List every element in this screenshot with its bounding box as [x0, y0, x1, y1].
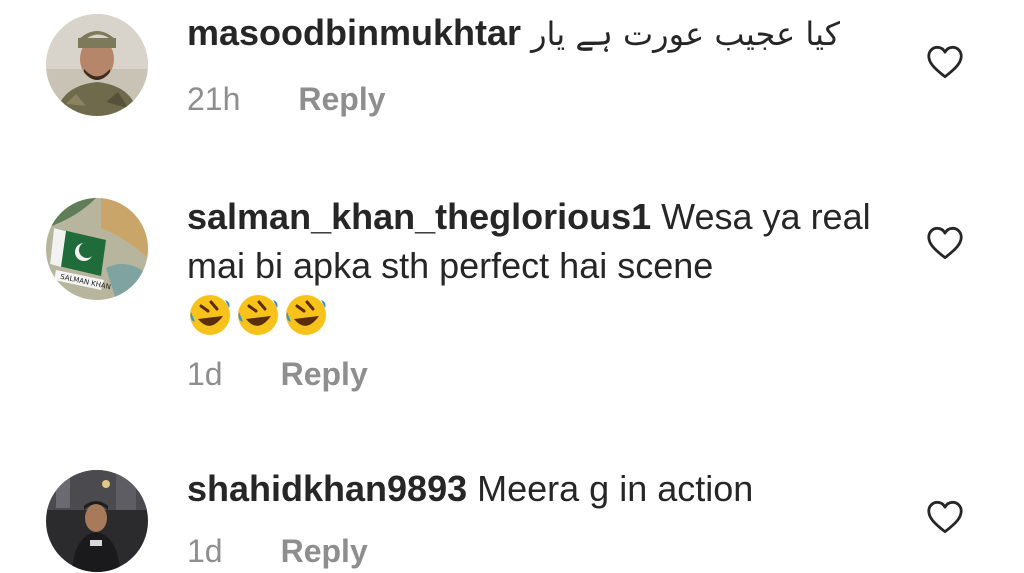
pakistan-flag-hand-icon: SALMAN KHAN — [46, 198, 148, 300]
comment-meta: 1d Reply — [187, 356, 887, 393]
like-button[interactable] — [926, 500, 964, 534]
heart-icon — [927, 500, 963, 534]
avatar[interactable] — [46, 470, 148, 572]
reply-button[interactable]: Reply — [281, 356, 368, 393]
comment-username[interactable]: salman_khan_theglorious1 — [187, 196, 651, 237]
comment-message: Meera g in action — [477, 468, 754, 509]
avatar[interactable] — [46, 14, 148, 116]
heart-icon — [927, 226, 963, 260]
emoji-row — [187, 292, 887, 338]
comment-text: shahidkhan9893 Meera g in action — [187, 464, 887, 513]
comment-timestamp: 1d — [187, 533, 223, 569]
comment-username[interactable]: shahidkhan9893 — [187, 468, 467, 509]
comment-meta: 1d Reply — [187, 533, 887, 570]
rofl-emoji-icon — [283, 292, 329, 338]
like-button[interactable] — [926, 45, 964, 79]
reply-button[interactable]: Reply — [281, 533, 368, 570]
comment-text: salman_khan_theglorious1 Wesa ya real ma… — [187, 192, 887, 290]
rofl-emoji-icon — [187, 292, 233, 338]
comment-timestamp: 1d — [187, 356, 223, 392]
comment-timestamp: 21h — [187, 81, 241, 117]
heart-icon — [927, 45, 963, 79]
comment-text: masoodbinmukhtar کیا عجیب عورت ہے یار — [187, 8, 887, 59]
rofl-emoji-icon — [235, 292, 281, 338]
avatar-photo-icon — [46, 14, 148, 116]
avatar[interactable]: SALMAN KHAN — [46, 198, 148, 300]
like-button[interactable] — [926, 226, 964, 260]
comment-meta: 21h Reply — [187, 81, 887, 118]
avatar-photo-icon — [46, 470, 148, 572]
comment-username[interactable]: masoodbinmukhtar — [187, 12, 521, 53]
comment-message: کیا عجیب عورت ہے یار — [531, 15, 841, 53]
reply-button[interactable]: Reply — [298, 81, 385, 118]
